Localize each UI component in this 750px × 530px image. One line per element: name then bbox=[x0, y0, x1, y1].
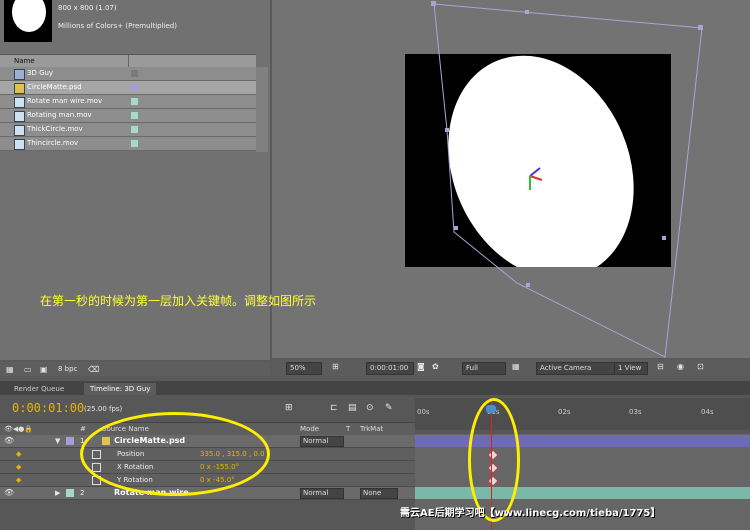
circle-matte-layer bbox=[415, 54, 667, 267]
project-item-label: CircleMatte.psd bbox=[27, 83, 82, 91]
grid-icon[interactable]: ⊞ bbox=[332, 362, 339, 371]
name-column-header[interactable]: Name bbox=[14, 57, 35, 65]
frame-rate: (25.00 fps) bbox=[84, 405, 123, 413]
project-item-3d-guy[interactable]: 3D Guy bbox=[0, 67, 256, 81]
blend-mode-dropdown[interactable]: Normal bbox=[300, 488, 344, 499]
bit-depth-button[interactable]: 8 bpc bbox=[58, 365, 77, 373]
layer-2-duration-bar[interactable] bbox=[415, 487, 750, 499]
current-time-display[interactable]: 0:00:01:00 bbox=[12, 401, 84, 415]
movie-file-icon bbox=[14, 111, 25, 122]
trkmat-header: TrkMat bbox=[360, 425, 384, 433]
ruler-tick: 02s bbox=[558, 408, 571, 416]
label-swatch[interactable] bbox=[131, 98, 138, 105]
current-time-field[interactable]: 0:00:01:00 bbox=[366, 362, 414, 375]
annotation-circle-properties bbox=[80, 412, 270, 496]
label-swatch[interactable] bbox=[131, 112, 138, 119]
project-item-label: 3D Guy bbox=[27, 69, 54, 77]
keyframe-nav-icon[interactable]: ◆ bbox=[16, 450, 21, 458]
graph-editor-icon[interactable]: ✎ bbox=[385, 403, 393, 413]
panel-tabs: Render Queue Timeline: 3D Guy bbox=[0, 381, 750, 395]
project-item-thickcircle[interactable]: ThickCircle.mov bbox=[0, 123, 256, 137]
flowchart-icon[interactable]: ⊡ bbox=[697, 362, 704, 371]
label-swatch[interactable] bbox=[131, 84, 138, 91]
watermark: 需云AE后期学习吧【www.linecg.com/tieba/1775】 bbox=[400, 508, 661, 519]
project-item-thincircle[interactable]: Thincircle.mov bbox=[0, 137, 256, 151]
reset-exposure-icon[interactable]: ◉ bbox=[677, 362, 684, 371]
label-swatch[interactable] bbox=[131, 70, 138, 77]
movie-file-icon bbox=[14, 125, 25, 136]
project-item-rotating-man[interactable]: Rotating man.mov bbox=[0, 109, 256, 123]
snapshot-icon[interactable]: ◙ bbox=[417, 362, 425, 371]
zoom-dropdown[interactable]: 50% bbox=[286, 362, 322, 375]
psd-file-icon bbox=[14, 83, 25, 94]
project-item-rotate-man-wire[interactable]: Rotate man wire.mov bbox=[0, 95, 256, 109]
project-scrollbar[interactable] bbox=[256, 67, 268, 152]
trash-icon[interactable]: ⌫ bbox=[88, 365, 99, 374]
layer-1-duration-bar[interactable] bbox=[415, 435, 750, 447]
footage-dimensions: 800 x 800 (1.07) bbox=[58, 4, 117, 12]
movie-file-icon bbox=[14, 97, 25, 108]
composition-canvas[interactable] bbox=[405, 54, 671, 267]
project-footer: ▦ ▭ ▣ 8 bpc ⌫ bbox=[0, 362, 270, 376]
hide-shy-layers-icon[interactable]: ▤ bbox=[348, 403, 357, 413]
camera-dropdown[interactable]: Active Camera bbox=[536, 362, 616, 375]
project-item-label: ThickCircle.mov bbox=[27, 125, 83, 133]
tab-render-queue[interactable]: Render Queue bbox=[8, 383, 70, 395]
label-swatch[interactable] bbox=[131, 126, 138, 133]
expand-triangle-icon[interactable]: ▼ bbox=[55, 437, 60, 445]
channel-icon[interactable]: ✿ bbox=[432, 362, 439, 371]
new-folder-icon[interactable]: ▭ bbox=[24, 365, 32, 374]
visibility-icon[interactable]: 👁 bbox=[4, 488, 14, 497]
composition-mini-flowchart-icon[interactable]: ⊞ bbox=[285, 403, 293, 413]
project-item-label: Rotate man wire.mov bbox=[27, 97, 103, 105]
blend-mode-dropdown[interactable]: Normal bbox=[300, 436, 344, 447]
label-swatch[interactable] bbox=[66, 489, 74, 497]
label-swatch[interactable] bbox=[131, 140, 138, 147]
footage-thumbnail bbox=[4, 0, 52, 42]
ruler-tick: 00s bbox=[417, 408, 430, 416]
resolution-dropdown[interactable]: Full bbox=[462, 362, 506, 375]
keyframe-nav-icon[interactable]: ◆ bbox=[16, 476, 21, 484]
composition-icon bbox=[14, 69, 25, 80]
viewer-toolbar: 50% ⊞ 0:00:01:00 ◙ ✿ Full ▦ Active Camer… bbox=[272, 360, 750, 376]
toggle-pixel-icon[interactable]: ⊟ bbox=[657, 362, 664, 371]
new-comp-icon[interactable]: ▣ bbox=[40, 365, 48, 374]
transparency-grid-icon[interactable]: ▦ bbox=[512, 362, 520, 371]
label-swatch[interactable] bbox=[66, 437, 74, 445]
footage-color-depth: Millions of Colors+ (Premultiplied) bbox=[58, 22, 177, 30]
keyframe-nav-icon[interactable]: ◆ bbox=[16, 463, 21, 471]
motion-blur-icon[interactable]: ⊙ bbox=[366, 403, 374, 413]
tutorial-instruction: 在第一秒的时候为第一层加入关键帧。调整如图所示 bbox=[40, 294, 317, 308]
project-item-label: Thincircle.mov bbox=[27, 139, 79, 147]
ruler-tick: 03s bbox=[629, 408, 642, 416]
layer-number: 2 bbox=[80, 489, 85, 497]
time-ruler[interactable]: 00s 01s 02s 03s 04s bbox=[415, 398, 750, 430]
visibility-icon[interactable]: 👁 bbox=[4, 436, 14, 445]
interpret-footage-icon[interactable]: ▦ bbox=[6, 365, 14, 374]
av-features-icons: 👁◀●🔒 bbox=[4, 425, 34, 433]
draft-3d-icon[interactable]: ⊏ bbox=[330, 403, 338, 413]
view-layout-dropdown[interactable]: 1 View bbox=[614, 362, 648, 375]
layer-number-header: # bbox=[80, 425, 86, 433]
t-header: T bbox=[346, 425, 351, 433]
ruler-tick: 04s bbox=[701, 408, 714, 416]
mode-header: Mode bbox=[300, 425, 320, 433]
expand-triangle-icon[interactable]: ▶ bbox=[55, 489, 60, 497]
project-item-label: Rotating man.mov bbox=[27, 111, 92, 119]
tab-timeline[interactable]: Timeline: 3D Guy bbox=[84, 383, 157, 395]
project-item-circlematte[interactable]: CircleMatte.psd bbox=[0, 81, 256, 95]
track-matte-dropdown[interactable]: None bbox=[360, 488, 398, 499]
movie-file-icon bbox=[14, 139, 25, 150]
